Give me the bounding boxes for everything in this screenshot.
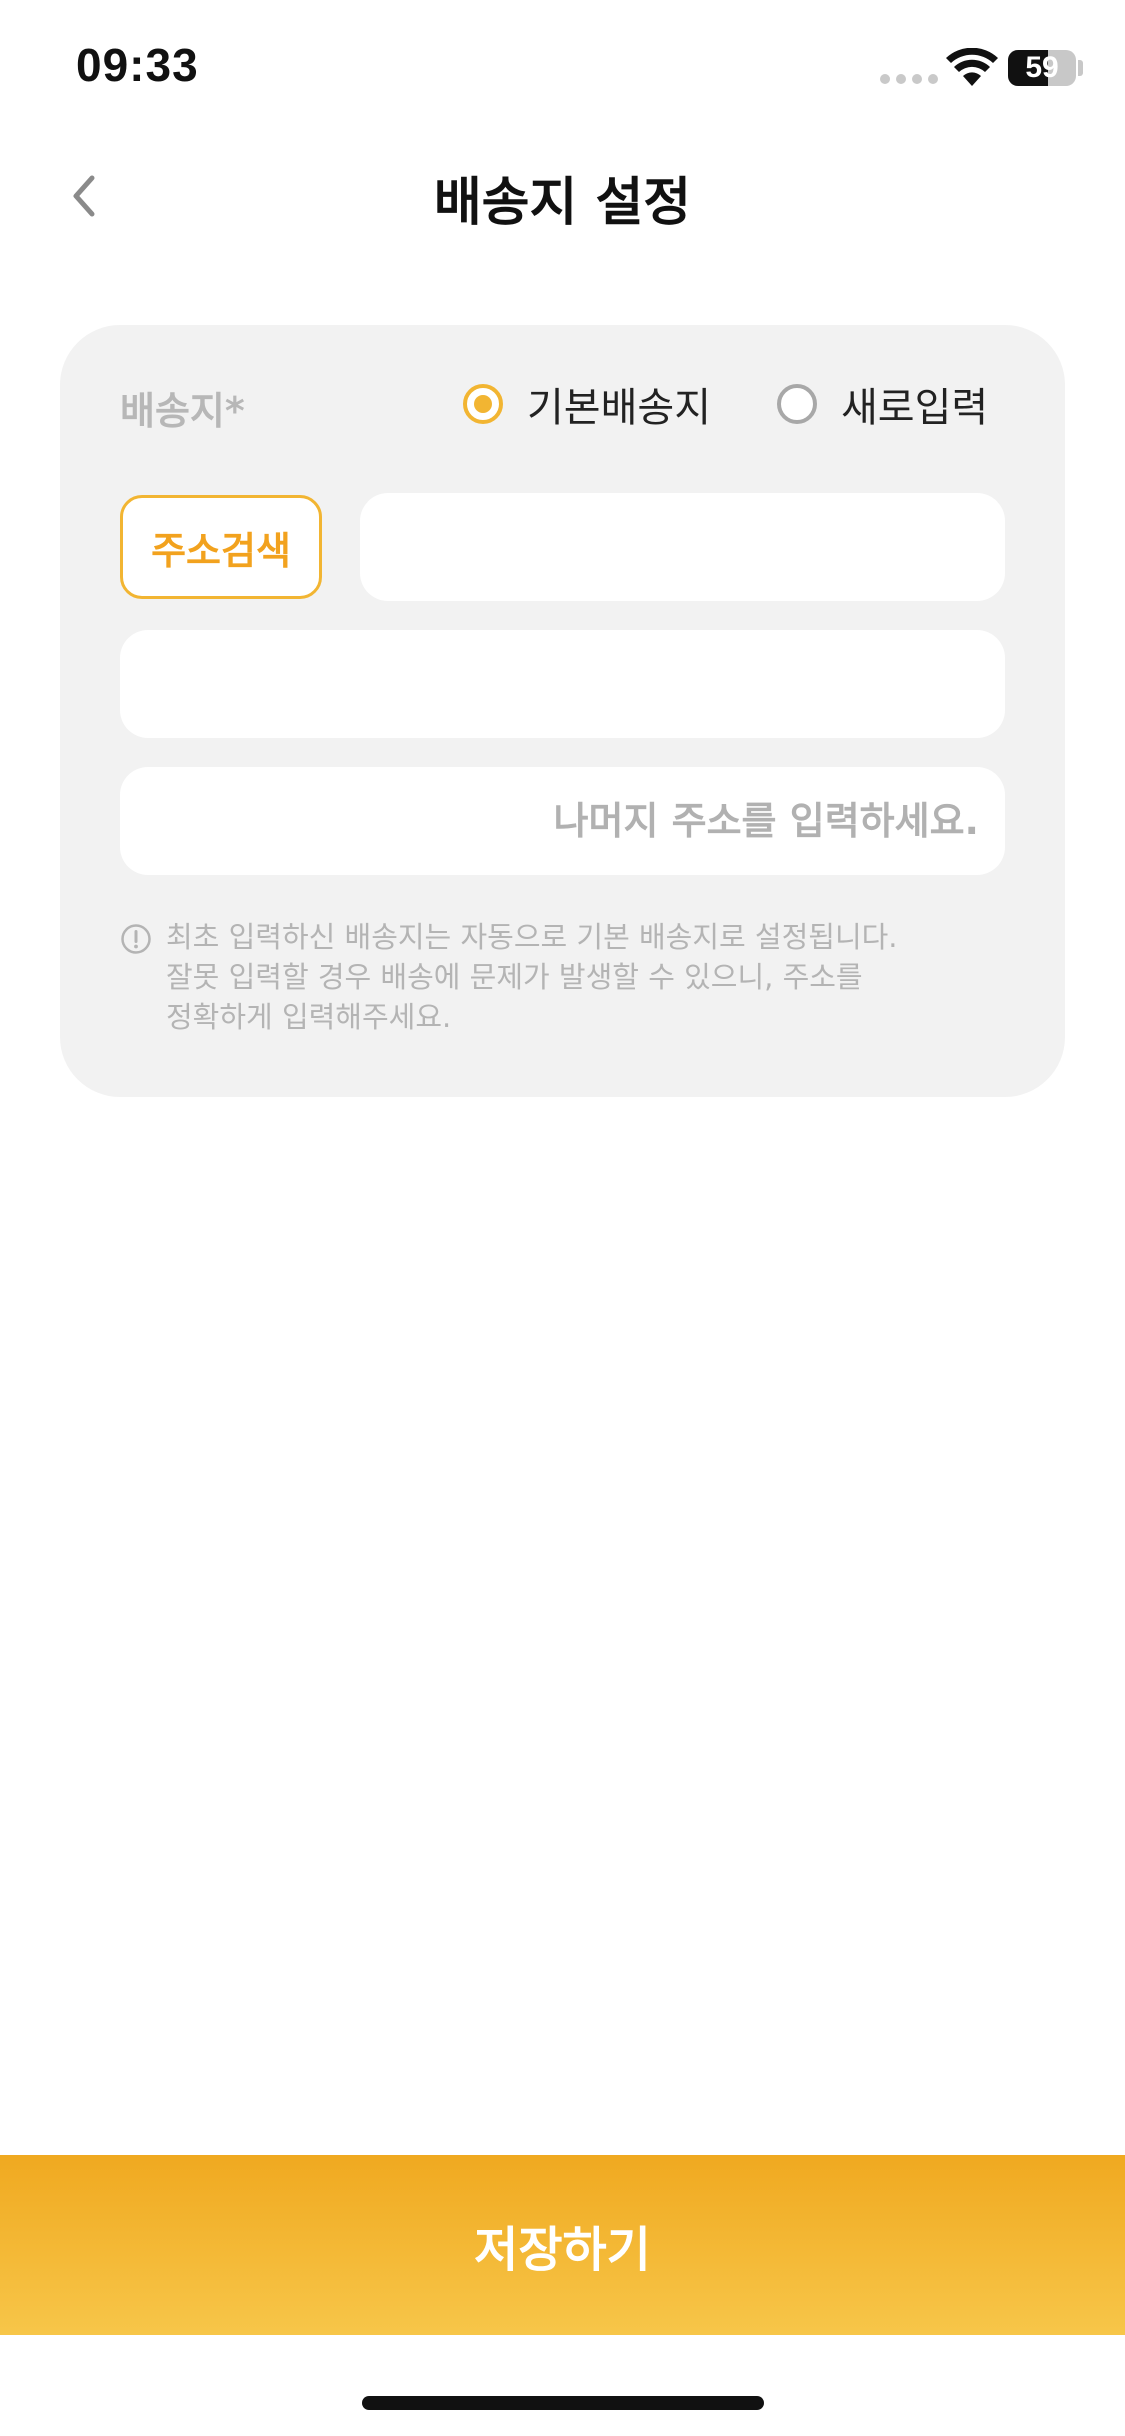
status-time: 09:33 xyxy=(76,39,199,91)
wifi-icon xyxy=(946,48,998,86)
radio-label: 기본배송지 xyxy=(527,385,711,431)
radio-label: 새로입력 xyxy=(841,385,989,431)
home-indicator xyxy=(362,2396,764,2410)
save-button[interactable]: 저장하기 xyxy=(0,2155,1125,2335)
address-type-radio-group: 기본배송지 새로입력 xyxy=(463,380,988,431)
info-icon xyxy=(121,924,151,954)
radio-new-address[interactable]: 새로입력 xyxy=(777,375,988,433)
status-bar: 09:33 59 xyxy=(0,0,1125,140)
notice-line: 잘못 입력할 경우 배송에 문제가 발생할 수 있으니, 주소를 xyxy=(166,960,863,994)
cellular-signal-icon xyxy=(880,74,938,84)
battery-percent: 59 xyxy=(1025,51,1059,84)
notice-line: 정확하게 입력해주세요. xyxy=(166,1000,452,1034)
radio-button[interactable] xyxy=(463,384,503,424)
radio-button[interactable] xyxy=(777,384,817,424)
notice-text: 최초 입력하신 배송지는 자동으로 기본 배송지로 설정됩니다. 잘못 입력할 … xyxy=(166,917,898,1037)
address-field-label: 배송지* xyxy=(120,389,245,433)
battery-icon: 59 xyxy=(1008,50,1076,86)
notice-line: 최초 입력하신 배송지는 자동으로 기본 배송지로 설정됩니다. xyxy=(166,920,898,954)
address-search-button[interactable]: 주소검색 xyxy=(120,495,322,599)
detail-address-input[interactable] xyxy=(120,767,1005,875)
page-title: 배송지 설정 xyxy=(433,173,692,233)
battery-tip xyxy=(1078,60,1083,76)
address-input[interactable] xyxy=(120,630,1005,738)
address-form-card: 배송지* 기본배송지 새로입력 주소검색 최초 입력하신 배송지는 자동으로 기… xyxy=(60,325,1065,1097)
notice: 최초 입력하신 배송지는 자동으로 기본 배송지로 설정됩니다. 잘못 입력할 … xyxy=(120,917,1020,1037)
zipcode-input[interactable] xyxy=(360,493,1005,601)
radio-default-address[interactable]: 기본배송지 xyxy=(463,375,711,433)
